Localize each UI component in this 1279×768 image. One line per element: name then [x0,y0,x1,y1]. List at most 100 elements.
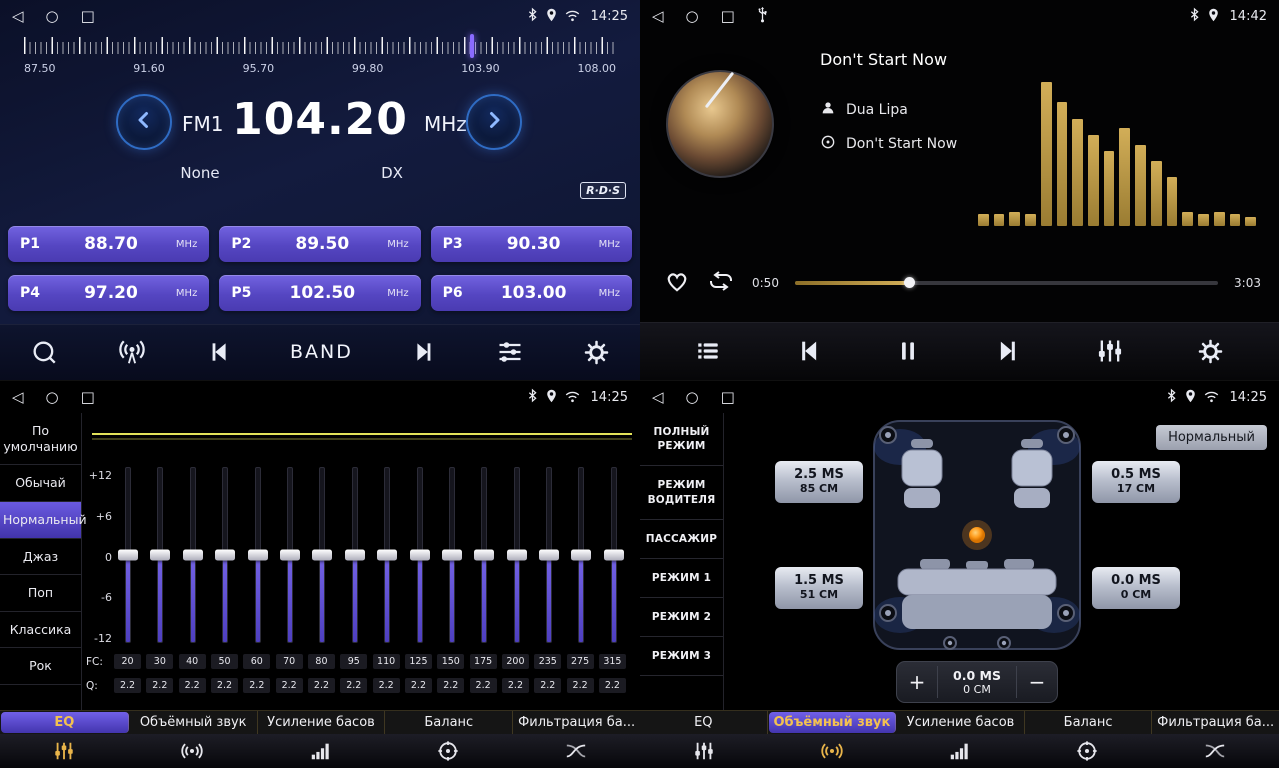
tab-eq-icon[interactable] [0,740,128,762]
tab-bass-boost[interactable]: Усиление басов [258,711,386,734]
listening-mode-item[interactable]: ПОЛНЫЙ РЕЖИМ [640,413,723,466]
frequency-up-button[interactable] [466,94,522,150]
pause-icon[interactable] [895,338,921,364]
recents-icon[interactable]: □ [81,9,95,24]
delay-front-right[interactable]: 0.5 MS 17 CM [1092,461,1180,503]
tab-bass-boost[interactable]: Усиление басов [897,711,1025,734]
slider-handle[interactable] [248,550,268,561]
favorite-heart-icon[interactable] [664,269,690,297]
home-icon[interactable]: ○ [46,390,59,405]
listening-mode-item[interactable]: РЕЖИМ 3 [640,637,723,676]
home-icon[interactable]: ○ [686,9,699,24]
radio-preset-p5[interactable]: P5 102.50 MHz [219,275,420,311]
slider-handle[interactable] [474,550,494,561]
eq-preset-item[interactable]: Обычай [0,465,81,502]
tab-eq-icon[interactable] [640,740,768,762]
eq-band-slider[interactable] [148,467,172,643]
back-icon[interactable]: ◁ [652,9,664,24]
listening-mode-item[interactable]: РЕЖИМ ВОДИТЕЛЯ [640,466,723,519]
eq-band-slider[interactable] [310,467,334,643]
profile-button[interactable]: Нормальный [1156,425,1267,450]
recents-icon[interactable]: □ [721,9,735,24]
tab-surround-icon[interactable] [768,740,896,762]
band-button[interactable]: BAND [290,341,353,363]
tab-filter[interactable]: Фильтрация ба... [513,711,640,734]
radio-preset-p3[interactable]: P3 90.30 MHz [431,226,632,262]
back-icon[interactable]: ◁ [652,390,664,405]
increase-button[interactable]: + [897,670,937,694]
tab-filter-icon[interactable] [1151,740,1279,762]
tab-surround-icon[interactable] [128,740,256,762]
slider-handle[interactable] [507,550,527,561]
eq-band-slider[interactable] [602,467,626,643]
equalizer-icon[interactable] [1096,337,1124,365]
tab-balance-icon[interactable] [1023,740,1151,762]
tab-bass-boost-icon[interactable] [256,740,384,762]
slider-handle[interactable] [442,550,462,561]
eq-band-slider[interactable] [246,467,270,643]
listening-mode-item[interactable]: РЕЖИМ 1 [640,559,723,598]
repeat-icon[interactable] [706,269,736,297]
eq-band-slider[interactable] [375,467,399,643]
tab-balance[interactable]: Баланс [385,711,513,734]
listening-mode-item[interactable]: ПАССАЖИР [640,520,723,559]
slider-handle[interactable] [280,550,300,561]
tab-bass-boost-icon[interactable] [896,740,1024,762]
delay-rear-left[interactable]: 1.5 MS 51 CM [775,567,863,609]
previous-track-icon[interactable] [205,339,231,365]
home-icon[interactable]: ○ [46,9,59,24]
playlist-icon[interactable] [695,338,721,364]
slider-handle[interactable] [377,550,397,561]
tab-eq[interactable]: EQ [640,711,768,734]
back-icon[interactable]: ◁ [12,390,24,405]
eq-preset-item[interactable]: По умолчанию [0,413,81,465]
eq-band-slider[interactable] [213,467,237,643]
eq-band-slider[interactable] [181,467,205,643]
next-track-icon[interactable] [412,339,438,365]
equalizer-icon[interactable] [496,338,524,366]
eq-band-slider[interactable] [440,467,464,643]
eq-preset-item[interactable]: Поп [0,575,81,612]
delay-rear-right[interactable]: 0.0 MS 0 CM [1092,567,1180,609]
eq-band-slider[interactable] [116,467,140,643]
slider-handle[interactable] [604,550,624,561]
listening-mode-item[interactable]: РЕЖИМ 2 [640,598,723,637]
tab-filter-icon[interactable] [512,740,640,762]
broadcast-icon[interactable] [117,337,147,367]
slider-handle[interactable] [215,550,235,561]
home-icon[interactable]: ○ [686,390,699,405]
tab-balance[interactable]: Баланс [1025,711,1153,734]
slider-handle[interactable] [150,550,170,561]
radio-preset-p1[interactable]: P1 88.70 MHz [8,226,209,262]
recents-icon[interactable]: □ [721,390,735,405]
frequency-ruler[interactable]: 87.5091.6095.7099.80103.90108.00 [24,34,616,82]
tab-surround[interactable]: Объёмный звук [130,711,258,734]
previous-track-icon[interactable] [794,337,822,365]
slider-handle[interactable] [183,550,203,561]
eq-band-slider[interactable] [278,467,302,643]
eq-preset-item[interactable]: Джаз [0,539,81,576]
eq-band-slider[interactable] [537,467,561,643]
delay-front-left[interactable]: 2.5 MS 85 CM [775,461,863,503]
slider-handle[interactable] [539,550,559,561]
settings-gear-icon[interactable] [1197,338,1224,365]
slider-handle[interactable] [345,550,365,561]
progress-knob[interactable] [904,277,915,288]
progress-bar[interactable] [795,281,1218,285]
eq-band-slider[interactable] [472,467,496,643]
eq-preset-item[interactable]: Нормальный [0,502,81,539]
tab-eq[interactable]: EQ [1,712,129,733]
slider-handle[interactable] [410,550,430,561]
tab-balance-icon[interactable] [384,740,512,762]
slider-handle[interactable] [118,550,138,561]
eq-band-slider[interactable] [569,467,593,643]
radio-preset-p6[interactable]: P6 103.00 MHz [431,275,632,311]
eq-band-slider[interactable] [408,467,432,643]
recents-icon[interactable]: □ [81,390,95,405]
slider-handle[interactable] [312,550,332,561]
radio-preset-p2[interactable]: P2 89.50 MHz [219,226,420,262]
eq-preset-item[interactable]: Классика [0,612,81,649]
back-icon[interactable]: ◁ [12,9,24,24]
settings-gear-icon[interactable] [583,339,610,366]
slider-handle[interactable] [571,550,591,561]
